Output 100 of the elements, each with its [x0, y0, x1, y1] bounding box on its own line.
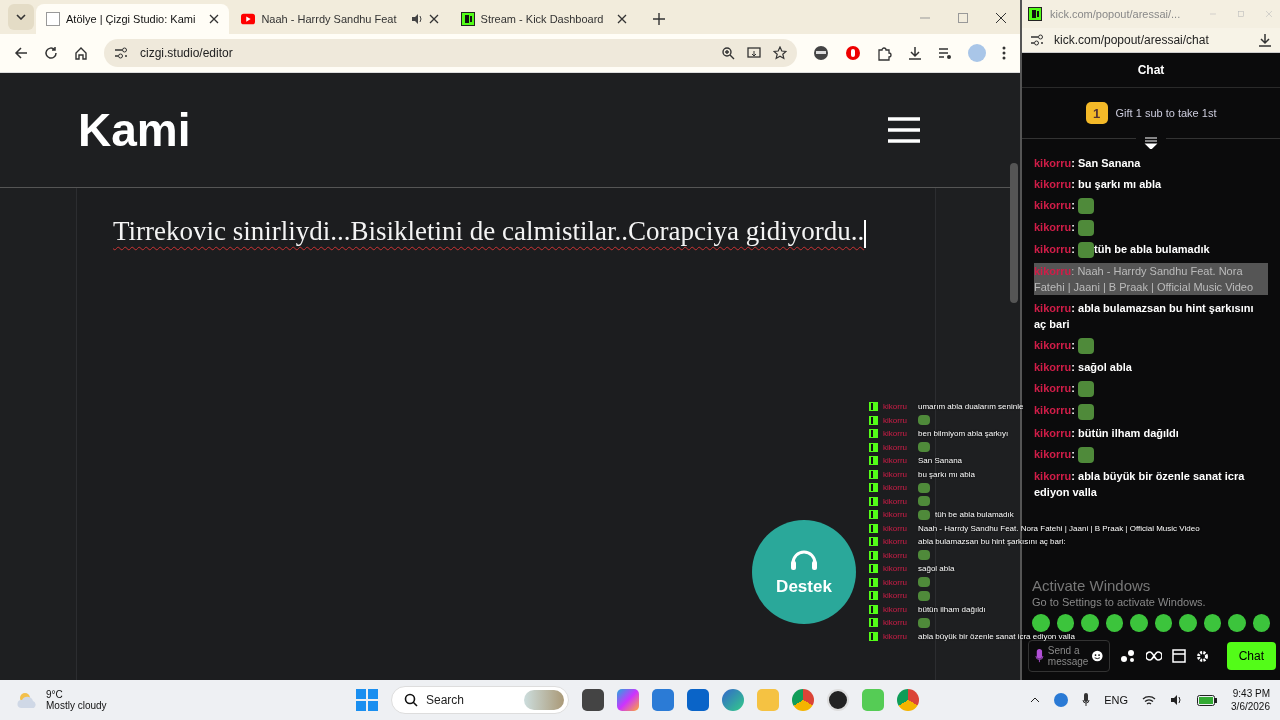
chat-username: kikorru: [883, 510, 908, 520]
weather-condition: Mostly cloudy: [46, 700, 107, 711]
kick-icon: [869, 510, 878, 520]
home-icon[interactable]: [74, 46, 88, 60]
chat-username: kikorru: [883, 402, 908, 412]
store-icon[interactable]: [1172, 649, 1186, 663]
site-settings-icon[interactable]: [1030, 34, 1044, 46]
kick-icon: [869, 523, 878, 533]
task-view-icon[interactable]: [582, 689, 604, 711]
site-settings-icon[interactable]: [114, 47, 128, 59]
site-icon: [46, 12, 60, 26]
play-icon: [241, 12, 256, 26]
settings-icon[interactable]: [1196, 649, 1209, 663]
speaker-icon[interactable]: [1170, 694, 1184, 706]
emote-icon[interactable]: [1252, 614, 1270, 632]
browser-tab[interactable]: Naah - Harrdy Sandhu Feat: [231, 4, 449, 34]
emote-icon[interactable]: [1154, 614, 1172, 632]
chevron-up-icon[interactable]: [1030, 697, 1041, 703]
menu-icon[interactable]: [888, 117, 920, 143]
chat-message: abla bulamazsan bu hint şarkısını aç bari:: [918, 537, 1066, 547]
infinity-icon[interactable]: [1146, 651, 1162, 661]
emoji-icon[interactable]: [1092, 650, 1103, 662]
camera-icon[interactable]: [827, 689, 849, 711]
kick-icon: [869, 415, 878, 425]
close-icon[interactable]: [209, 14, 220, 24]
install-icon[interactable]: [747, 46, 761, 60]
tab-list-button[interactable]: [8, 4, 34, 30]
battery-icon[interactable]: [1197, 694, 1218, 706]
emote-icon: [918, 442, 930, 453]
emote-icon[interactable]: [1130, 614, 1148, 632]
kick-icon: [1028, 7, 1042, 21]
kick-icon: [869, 429, 878, 439]
copilot-icon[interactable]: [617, 689, 639, 711]
chat-message: kikorru: bu şarkı mı abla: [1034, 177, 1163, 192]
bookmark-star-icon[interactable]: [773, 46, 787, 60]
more-icon[interactable]: [1002, 46, 1006, 60]
download-icon[interactable]: [908, 46, 922, 60]
scrollbar-thumb[interactable]: [1010, 163, 1018, 303]
kick-icon: [869, 496, 878, 506]
emote-icon[interactable]: [1105, 614, 1123, 632]
browser-tab[interactable]: Stream - Kick Dashboard: [450, 4, 638, 34]
emote-icon[interactable]: [1081, 614, 1099, 632]
kick-icon: [869, 564, 878, 574]
chat-message: sağol abla: [918, 564, 955, 574]
search-highlight-picture: [524, 690, 564, 710]
emote-icon[interactable]: [1203, 614, 1221, 632]
microphone-icon[interactable]: [1035, 648, 1044, 664]
gift-prompt[interactable]: Gift 1 sub to take 1st: [1115, 107, 1217, 119]
extension-icon[interactable]: [813, 45, 829, 61]
puzzle-icon[interactable]: [877, 45, 892, 61]
stop-sign-icon[interactable]: [845, 45, 861, 61]
emote-icon[interactable]: [1056, 614, 1074, 632]
back-icon[interactable]: [14, 46, 28, 60]
language-indicator[interactable]: ENG: [1104, 694, 1129, 706]
emote-icon: [918, 496, 930, 507]
kick-icon: [869, 604, 878, 614]
close-icon[interactable]: [428, 14, 439, 24]
reload-icon[interactable]: [44, 46, 58, 60]
emote-icon[interactable]: [1228, 614, 1246, 632]
emote-icon: [1078, 338, 1095, 355]
close-icon[interactable]: [617, 14, 628, 24]
close-icon[interactable]: [996, 13, 1006, 23]
emote-icon: [1078, 242, 1095, 259]
search-icon: [404, 693, 418, 707]
edge-icon[interactable]: [722, 689, 744, 711]
address-bar[interactable]: cizgi.studio/editor: [104, 39, 797, 67]
media-queue-icon[interactable]: [938, 46, 952, 60]
temperature: 9°C: [46, 689, 64, 700]
emote-icon: [918, 590, 930, 601]
outlook-icon[interactable]: [687, 689, 709, 711]
chrome-icon[interactable]: [792, 689, 814, 711]
tab-title: Atölye | Çizgi Studio: Kami: [66, 13, 196, 25]
send-chat-button[interactable]: Chat: [1226, 642, 1276, 670]
emote-icon: [918, 577, 930, 588]
chrome-icon[interactable]: [897, 689, 919, 711]
start-icon[interactable]: [356, 689, 378, 711]
chat-username: kikorru: [883, 631, 908, 641]
browser-tab[interactable]: Atölye | Çizgi Studio: Kami: [36, 4, 230, 34]
chat-message: Naah - Harrdy Sandhu Feat. Nora Fatehi | Jaani | B Praak | Official Music Video: [918, 523, 1200, 533]
dots-icon[interactable]: [1120, 649, 1136, 663]
zoom-icon[interactable]: [722, 46, 735, 60]
new-tab-icon[interactable]: [653, 13, 666, 25]
message-field[interactable]: Send a message: [1028, 640, 1110, 672]
wifi-icon[interactable]: [1142, 694, 1157, 706]
emote-icon[interactable]: [1179, 614, 1197, 632]
site-logo[interactable]: Kami: [78, 103, 191, 157]
emote-icon[interactable]: [1032, 614, 1050, 632]
clock-time[interactable]: 9:43 PM: [1232, 688, 1270, 699]
chat-username: kikorru: [883, 618, 908, 628]
kick-icon: [869, 591, 878, 601]
chat-message: kikorru: bütün ilham dağıldı: [1034, 425, 1180, 441]
emote-icon: [918, 482, 930, 493]
microphone-icon[interactable]: [1082, 693, 1091, 707]
download-icon[interactable]: [1258, 33, 1272, 47]
cloud-sync-icon[interactable]: [1054, 693, 1069, 707]
kick-icon: [869, 537, 878, 547]
search-field[interactable]: Search: [391, 686, 569, 714]
speaker-icon[interactable]: [410, 13, 423, 25]
chat-username: kikorru: [883, 496, 908, 506]
clock-date[interactable]: 3/6/2026: [1231, 701, 1270, 712]
